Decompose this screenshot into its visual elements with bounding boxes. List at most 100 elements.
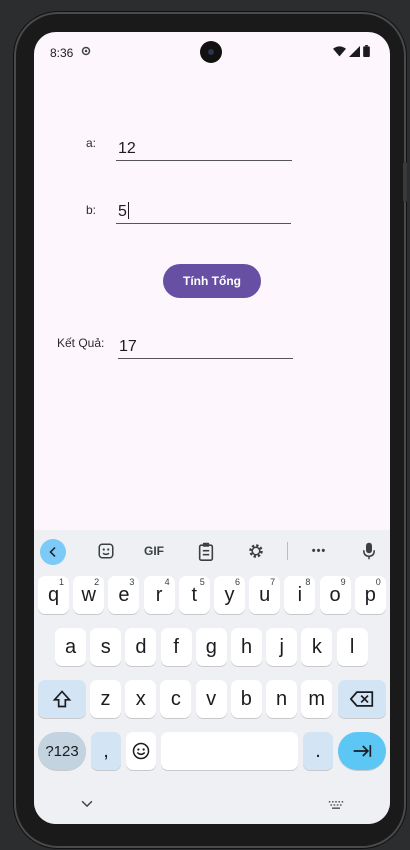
clipboard-icon[interactable]	[194, 539, 218, 563]
key-t-label: t	[191, 583, 198, 606]
key-i-label: i	[297, 583, 303, 606]
signal-icon	[349, 45, 360, 60]
sticker-icon[interactable]	[94, 539, 118, 563]
key-n[interactable]: n	[266, 680, 297, 718]
navigation-bar	[34, 784, 390, 824]
result-field[interactable]: 17	[118, 330, 293, 360]
key-h[interactable]: h	[231, 628, 262, 666]
key-t[interactable]: t5	[178, 576, 210, 614]
key-m[interactable]: m	[301, 680, 333, 718]
key-j-label: j	[279, 635, 284, 658]
key-a-label: a	[64, 635, 77, 658]
key-v-label: v	[206, 687, 217, 710]
result-label: Kết Quả:	[57, 336, 105, 350]
key-w-hint: 2	[94, 577, 100, 587]
key-j[interactable]: j	[266, 628, 298, 666]
key-c[interactable]: c	[160, 680, 192, 718]
key-l[interactable]: l	[336, 628, 368, 666]
more-options-button[interactable]: •••	[306, 539, 332, 563]
key-x-label: x	[135, 687, 146, 710]
b-input-underline	[116, 223, 291, 224]
key-e[interactable]: e3	[108, 576, 140, 614]
a-input-value: 12	[118, 140, 136, 157]
battery-icon	[363, 45, 370, 60]
key-e-hint: 3	[129, 577, 135, 587]
b-input[interactable]: 5	[116, 194, 291, 224]
key-a[interactable]: a	[55, 628, 86, 666]
key-w[interactable]: w2	[73, 576, 105, 614]
key-b[interactable]: b	[230, 680, 262, 718]
key-p-label: p	[364, 583, 376, 606]
key-k-label: k	[311, 635, 322, 658]
key-y-label: y	[224, 583, 235, 606]
key-n-label: n	[275, 687, 288, 710]
key-z[interactable]: z	[90, 680, 121, 718]
period-key[interactable]: .	[303, 732, 333, 770]
key-y[interactable]: y6	[214, 576, 245, 614]
key-u-hint: 7	[270, 577, 276, 587]
symbols-key[interactable]: ?123	[38, 732, 86, 770]
backspace-key[interactable]	[338, 680, 386, 718]
status-time: 8:36	[50, 46, 74, 60]
gif-button[interactable]: GIF	[140, 539, 168, 563]
key-e-label: e	[118, 583, 130, 606]
key-x[interactable]: x	[125, 680, 157, 718]
soft-keyboard: GIF ••• q1w2e3r4t5y6u7i8o9p0 asdfghjkl z…	[34, 530, 390, 824]
emoji-key[interactable]	[126, 732, 156, 770]
key-i[interactable]: i8	[284, 576, 316, 614]
b-input-text: 5	[118, 203, 127, 220]
text-cursor	[127, 202, 129, 219]
result-value: 17	[119, 338, 137, 355]
key-k[interactable]: k	[301, 628, 333, 666]
wifi-icon	[333, 45, 346, 60]
key-r[interactable]: r4	[143, 576, 175, 614]
next-key[interactable]	[338, 732, 386, 770]
keyboard-toolbar: GIF •••	[34, 530, 390, 572]
b-label: b:	[86, 203, 97, 217]
key-o-label: o	[329, 583, 341, 606]
key-f[interactable]: f	[160, 628, 192, 666]
key-i-hint: 8	[305, 577, 311, 587]
keyboard-switch-icon[interactable]	[328, 797, 344, 815]
sum-button[interactable]: Tính Tổng	[163, 264, 261, 298]
settings-status-icon	[80, 45, 92, 60]
a-label: a:	[86, 136, 97, 150]
hide-keyboard-icon[interactable]	[80, 796, 94, 814]
comma-key[interactable]: ,	[91, 732, 121, 770]
key-z-label: z	[100, 687, 111, 710]
key-p-hint: 0	[375, 577, 381, 587]
key-v[interactable]: v	[195, 680, 227, 718]
key-q-hint: 1	[58, 577, 64, 587]
key-d[interactable]: d	[125, 628, 157, 666]
key-t-hint: 5	[199, 577, 205, 587]
camera-cutout	[200, 41, 222, 63]
system-icons	[333, 45, 370, 60]
key-g-label: g	[205, 635, 217, 658]
key-g[interactable]: g	[195, 628, 227, 666]
toolbar-divider	[287, 542, 288, 560]
microphone-icon[interactable]	[358, 539, 380, 563]
shift-key[interactable]	[38, 680, 86, 718]
key-h-label: h	[240, 635, 253, 658]
key-c-label: c	[170, 687, 181, 710]
gear-icon[interactable]	[244, 539, 268, 563]
result-underline	[118, 358, 293, 359]
key-p[interactable]: p0	[354, 576, 386, 614]
key-u[interactable]: u7	[249, 576, 281, 614]
key-m-label: m	[308, 687, 326, 710]
b-input-value: 5	[118, 202, 129, 221]
key-o[interactable]: o9	[319, 576, 351, 614]
key-f-label: f	[173, 635, 179, 658]
key-l-label: l	[349, 635, 355, 658]
screen: 8:36 a: 12 b: 5 Tính Tổng Kết Quả: 17 GI…	[34, 32, 390, 824]
volume-button	[403, 162, 407, 202]
key-d-label: d	[135, 635, 147, 658]
key-q[interactable]: q1	[38, 576, 69, 614]
space-key[interactable]	[161, 732, 298, 770]
a-input[interactable]: 12	[116, 132, 292, 162]
key-o-hint: 9	[340, 577, 346, 587]
status-bar: 8:36	[34, 32, 390, 76]
key-s[interactable]: s	[90, 628, 122, 666]
collapse-toolbar-icon[interactable]	[40, 539, 66, 565]
key-r-label: r	[155, 583, 163, 606]
